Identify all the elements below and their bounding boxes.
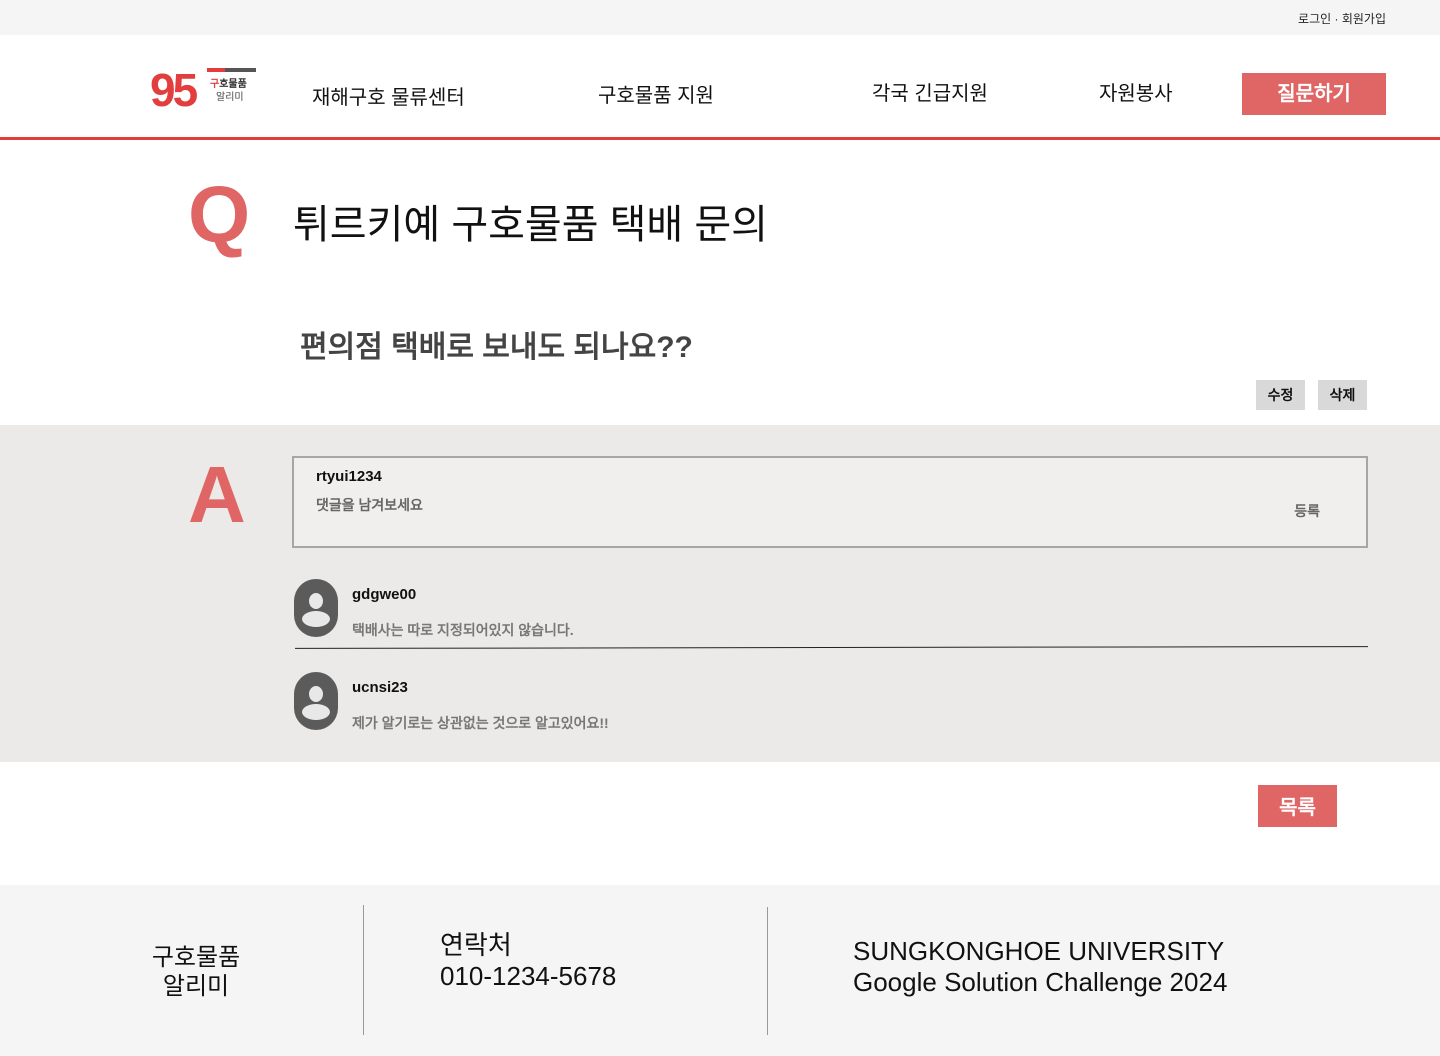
org-line1: SUNGKONGHOE UNIVERSITY bbox=[853, 936, 1225, 966]
footer-divider bbox=[363, 905, 364, 1035]
footer-contact: 연락처 010-1234-5678 bbox=[440, 930, 616, 992]
site-footer: 구호물품 알리미 연락처 010-1234-5678 SUNGKONGHOE U… bbox=[0, 885, 1440, 1056]
logo-text-line2: 알리미 bbox=[216, 92, 244, 103]
signup-link[interactable]: 회원가입 bbox=[1342, 12, 1386, 26]
footer-brand-line2: 알리미 bbox=[162, 973, 230, 1000]
auth-links: 로그인 · 회원가입 bbox=[1298, 10, 1386, 27]
comment-username: ucnsi23 bbox=[352, 679, 408, 696]
footer-brand: 구호물품 알리미 bbox=[150, 943, 242, 1001]
answer-section: A rtyui1234 댓글을 남겨보세요 등록 gdgwe00 택배사는 따로… bbox=[0, 425, 1440, 762]
comment-item: ucnsi23 제가 알기로는 상관없는 것으로 알고있어요!! bbox=[294, 672, 1368, 734]
comment-text: 제가 알기로는 상관없는 것으로 알고있어요!! bbox=[352, 715, 609, 731]
logo-digit-nine: 9 bbox=[150, 64, 176, 116]
back-to-list-button[interactable]: 목록 bbox=[1258, 785, 1337, 827]
contact-phone: 010-1234-5678 bbox=[440, 961, 617, 991]
footer-divider bbox=[767, 907, 768, 1035]
logo-digit-five: 5 bbox=[172, 64, 199, 116]
nav-item-logistics-center[interactable]: 재해구호 물류센터 bbox=[312, 81, 465, 110]
logo-number: 95 bbox=[150, 63, 199, 117]
edit-button[interactable]: 수정 bbox=[1256, 380, 1305, 410]
question-title: 튀르키예 구호물품 택배 문의 bbox=[293, 203, 768, 247]
delete-button[interactable]: 삭제 bbox=[1318, 380, 1367, 410]
footer-organization: SUNGKONGHOE UNIVERSITY Google Solution C… bbox=[853, 936, 1227, 998]
nav-item-volunteer[interactable]: 자원봉사 bbox=[1099, 77, 1173, 106]
question-marker: Q bbox=[188, 170, 251, 259]
site-logo[interactable]: 95 구호물품 알리미 bbox=[150, 64, 260, 116]
current-username: rtyui1234 bbox=[316, 468, 382, 485]
nav-item-relief-support[interactable]: 구호물품 지원 bbox=[598, 79, 714, 108]
nav-item-emergency-aid[interactable]: 각국 긴급지원 bbox=[872, 77, 988, 106]
comment-username: gdgwe00 bbox=[352, 586, 417, 603]
login-link[interactable]: 로그인 bbox=[1298, 12, 1331, 26]
question-body: 편의점 택배로 보내도 되나요?? bbox=[300, 331, 693, 364]
comment-input-box[interactable]: rtyui1234 댓글을 남겨보세요 등록 bbox=[292, 456, 1368, 548]
comment-input[interactable]: 댓글을 남겨보세요 bbox=[316, 495, 423, 515]
comment-divider bbox=[294, 646, 1368, 649]
logo-bar bbox=[207, 68, 256, 72]
comment-text: 택배사는 따로 지정되어있지 않습니다. bbox=[352, 622, 574, 638]
answer-marker: A bbox=[188, 450, 246, 539]
contact-label: 연락처 bbox=[440, 930, 512, 960]
user-avatar-icon bbox=[294, 672, 338, 730]
org-line2: Google Solution Challenge 2024 bbox=[853, 967, 1228, 997]
footer-brand-line1: 구호물품 bbox=[151, 944, 241, 971]
site-header: 95 구호물품 알리미 재해구호 물류센터 구호물품 지원 각국 긴급지원 자원… bbox=[0, 35, 1440, 140]
submit-comment-button[interactable]: 등록 bbox=[1294, 501, 1320, 521]
user-avatar-icon bbox=[294, 579, 338, 637]
ask-question-button[interactable]: 질문하기 bbox=[1242, 73, 1386, 115]
top-utility-bar: 로그인 · 회원가입 bbox=[0, 0, 1440, 35]
comment-item: gdgwe00 택배사는 따로 지정되어있지 않습니다. bbox=[294, 579, 1368, 641]
auth-separator: · bbox=[1331, 12, 1342, 26]
